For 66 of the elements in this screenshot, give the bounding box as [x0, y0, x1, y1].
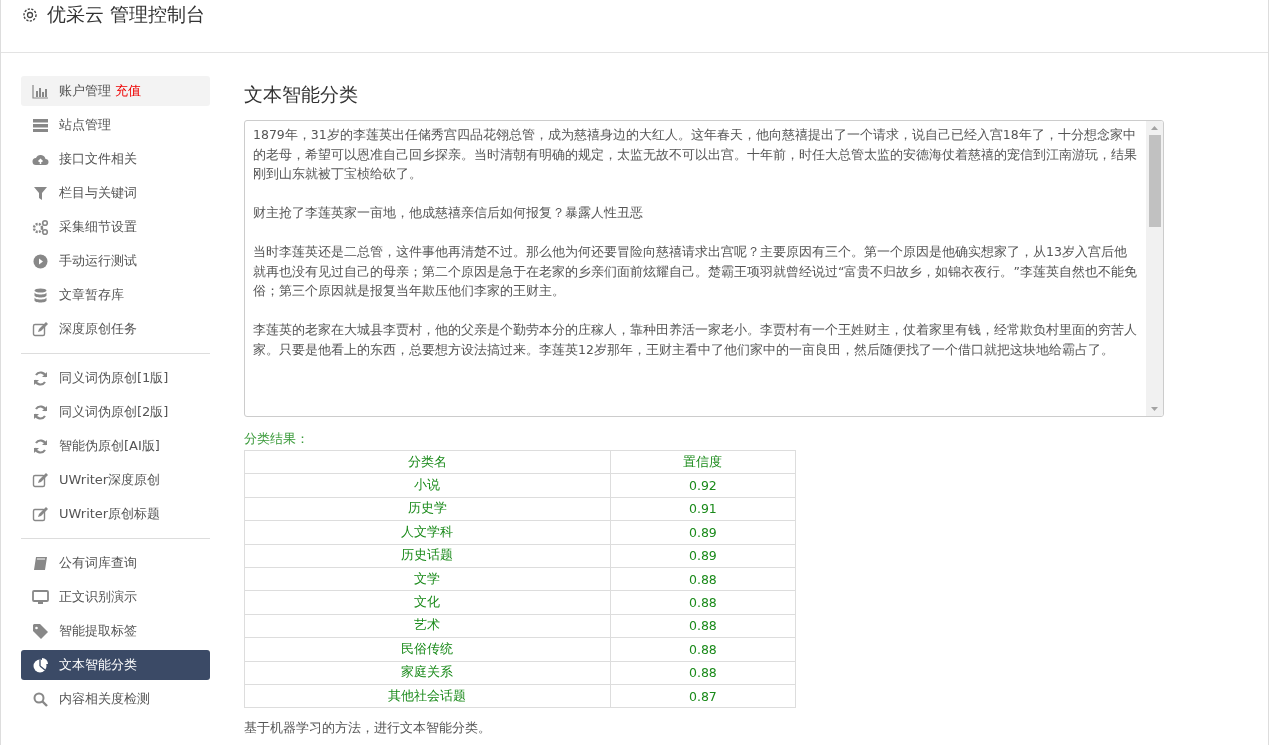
sidebar-item[interactable]: 内容相关度检测	[21, 684, 210, 714]
scroll-down-icon[interactable]	[1150, 404, 1159, 413]
table-cell: 0.92	[610, 473, 796, 498]
pie-chart-icon	[32, 656, 49, 674]
table-cell: 0.88	[610, 614, 796, 638]
sidebar-item[interactable]: 智能提取标签	[21, 616, 210, 646]
search-icon	[32, 690, 49, 708]
column-header: 分类名	[244, 450, 611, 474]
sidebar-item[interactable]: 正文识别演示	[21, 582, 210, 612]
table-cell: 文学	[244, 567, 611, 591]
sidebar-item[interactable]: 手动运行测试	[21, 246, 210, 276]
sidebar-item[interactable]: 采集细节设置	[21, 212, 210, 242]
sidebar-item[interactable]: 文章暂存库	[21, 280, 210, 310]
refresh-icon	[32, 369, 49, 387]
bar-chart-icon	[32, 82, 49, 100]
refresh-icon	[32, 437, 49, 455]
scroll-up-icon[interactable]	[1150, 124, 1159, 133]
sidebar-item[interactable]: 同义词伪原创[1版]	[21, 363, 210, 393]
table-cell: 历史学	[244, 497, 611, 521]
table-cell: 0.88	[610, 637, 796, 661]
table-cell: 艺术	[244, 614, 611, 638]
edit-icon	[32, 471, 49, 489]
server-icon	[32, 116, 49, 134]
sidebar-item[interactable]: 文本智能分类	[21, 650, 210, 680]
sidebar-item[interactable]: 账户管理 充值	[21, 76, 210, 106]
monitor-icon	[32, 588, 49, 606]
table-cell: 人文学科	[244, 520, 611, 545]
table-cell: 民俗传统	[244, 637, 611, 661]
table-cell: 0.87	[610, 684, 796, 708]
sidebar-item[interactable]: UWriter原创标题	[21, 499, 210, 529]
edit-icon	[32, 320, 49, 338]
gears-icon	[32, 218, 49, 236]
table-cell: 0.89	[610, 544, 796, 568]
sidebar-item[interactable]: 站点管理	[21, 110, 210, 140]
tag-icon	[32, 622, 49, 640]
table-cell: 其他社会话题	[244, 684, 611, 708]
sidebar-item[interactable]: 接口文件相关	[21, 144, 210, 174]
play-circle-icon	[32, 252, 49, 270]
table-cell: 0.88	[610, 567, 796, 591]
page-title: 文本智能分类	[244, 82, 359, 107]
sidebar-item[interactable]: 智能伪原创[AI版]	[21, 431, 210, 461]
text-input[interactable]: 1879年，31岁的李莲英出任储秀宫四品花翎总管，成为慈禧身边的大红人。这年春天，他向慈禧提出了一个请求，说自己已经入宫18年了，十分想念家中的老母，希望可以恩准自己回乡探亲。当时清朝有明确的规定，太监无故不可以出宫。十年前，时任大总管太监的安德海仗着慈禧的宠信到江南游玩，结果刚到山东就被丁宝桢给砍了。 财主抢了李莲英家一亩地，他成慈禧亲信后如何报复？暴露人性丑恶 当时李莲英还是二总管，这件事他再清楚不过。那么他为何还要冒险向慈禧请求出宫呢？主要原因有三个。第一个原因是他确实想家了，从13岁入宫后他就再也没有见过自己的母亲；第二个原因是急于在老家的乡亲们面前炫耀自己。楚霸王项羽就曾经说过“富贵不归故乡，如锦衣夜行。”李莲英自然也不能免俗；第三个原因就是报复当年欺压他们李家的王财主。 李莲英的老家在大城县李贾村，他的父亲是个勤劳本分的庄稼人，靠种田养活一家老小。李贾村有一个王姓财主，仗着家里有钱，经常欺负村里面的穷苦人家。只要是他看上的东西，总要想方设法搞过来。李莲英12岁那年，王财主看中了他们家中的一亩良田，然后随便找了一个借口就把这块地给霸占了。	[244, 120, 1164, 417]
table-cell: 家庭关系	[244, 661, 611, 685]
sidebar-item[interactable]: 栏目与关键词	[21, 178, 210, 208]
column-header: 置信度	[610, 450, 796, 474]
sidebar-item[interactable]: UWriter深度原创	[21, 465, 210, 495]
table-cell: 小说	[244, 473, 611, 498]
sidebar-item[interactable]: 同义词伪原创[2版]	[21, 397, 210, 427]
table-cell: 文化	[244, 590, 611, 615]
book-icon	[32, 554, 49, 572]
table-cell: 0.89	[610, 520, 796, 545]
sidebar-item[interactable]: 公有词库查询	[21, 548, 210, 578]
app-title: 优采云 管理控制台	[47, 2, 206, 27]
sidebar-item[interactable]: 深度原创任务	[21, 314, 210, 344]
edit-icon	[32, 505, 49, 523]
description-text: 基于机器学习的方法，进行文本智能分类。	[244, 720, 492, 738]
scrollbar-thumb[interactable]	[1148, 135, 1161, 227]
table-cell: 0.88	[610, 590, 796, 615]
table-cell: 0.91	[610, 497, 796, 521]
settings-icon	[21, 6, 39, 24]
table-cell: 历史话题	[244, 544, 611, 568]
table-cell: 0.88	[610, 661, 796, 685]
database-icon	[32, 286, 49, 304]
filter-icon	[32, 184, 49, 202]
result-label: 分类结果：	[244, 431, 310, 448]
refresh-icon	[32, 403, 49, 421]
